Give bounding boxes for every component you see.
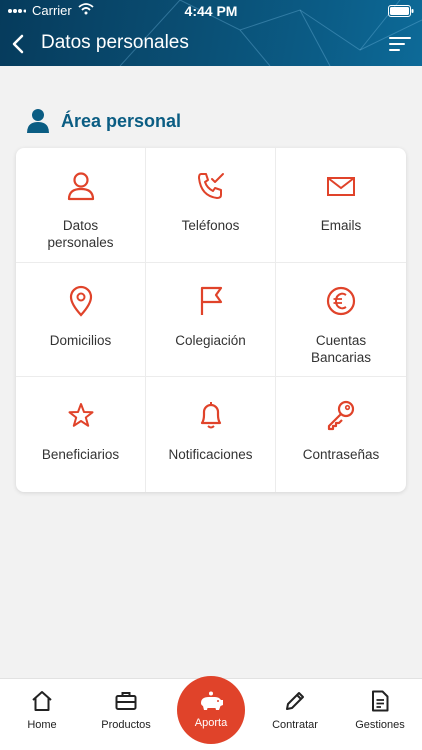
- grid-item-label: Datos personales: [47, 218, 114, 250]
- section-header: Área personal: [26, 108, 181, 134]
- grid-item-emails[interactable]: Emails: [276, 148, 406, 263]
- grid-item-label: Contraseñas: [302, 447, 380, 463]
- section-title: Área personal: [61, 110, 182, 131]
- tab-contratar[interactable]: Contratar: [253, 679, 337, 750]
- menu-button[interactable]: [386, 30, 414, 58]
- tab-gestiones[interactable]: Gestiones: [338, 679, 422, 750]
- status-bar: Carrier 4:44 PM: [0, 0, 422, 22]
- tab-aporta[interactable]: Aporta: [177, 676, 245, 744]
- back-button[interactable]: [4, 29, 32, 59]
- grid-item-label: Domicilios: [49, 332, 112, 348]
- briefcase-icon: [115, 692, 137, 710]
- grid-item-label: Emails: [320, 218, 362, 233]
- grid-item-domicilios[interactable]: Domicilios: [16, 262, 146, 378]
- tab-label: Productos: [101, 719, 151, 731]
- home-icon: [32, 691, 52, 711]
- person-icon: [27, 109, 49, 133]
- tab-label: Home: [27, 719, 57, 731]
- mail-icon: [327, 177, 355, 196]
- grid-item-label: Beneficiarios: [41, 447, 120, 463]
- map-pin-icon: [69, 285, 92, 317]
- battery-icon: [388, 5, 414, 20]
- flag-icon: [200, 286, 222, 315]
- grid-item-telefonos[interactable]: Teléfonos: [146, 148, 276, 263]
- phone-check-icon: [197, 173, 224, 199]
- document-icon: [372, 690, 389, 712]
- grid-item-label: Notificaciones: [168, 447, 253, 463]
- grid-item-label: Teléfonos: [181, 218, 240, 233]
- star-icon: [68, 403, 93, 428]
- tab-label: Contratar: [272, 719, 318, 731]
- grid-item-label: Colegiación: [175, 332, 246, 348]
- key-icon: [327, 401, 355, 431]
- pencil-icon: [286, 692, 304, 710]
- piggy-bank-icon: [201, 691, 223, 710]
- user-icon: [67, 172, 94, 201]
- grid-item-contrasenas[interactable]: Contraseñas: [276, 377, 406, 492]
- page-title: Datos personales: [41, 32, 189, 53]
- status-time: 4:44 PM: [184, 3, 238, 19]
- grid-item-notificaciones[interactable]: Notificaciones: [146, 377, 276, 492]
- tab-productos[interactable]: Productos: [84, 679, 168, 750]
- grid-item-label: Cuentas Bancarias: [310, 332, 372, 365]
- grid-item-beneficiarios[interactable]: Beneficiarios: [16, 377, 146, 492]
- bell-icon: [200, 402, 221, 429]
- grid-item-datos-personales[interactable]: Datos personales: [16, 148, 146, 263]
- chevron-left-icon: [12, 34, 24, 54]
- nav-bar: Datos personales: [0, 22, 422, 66]
- personal-area-grid: Datos personales Teléfonos Emails Domici…: [16, 148, 406, 492]
- tab-label: Gestiones: [355, 719, 405, 731]
- grid-item-cuentas-bancarias[interactable]: Cuentas Bancarias: [276, 263, 406, 378]
- menu-lines-icon: [389, 37, 411, 51]
- tab-label: Aporta: [194, 717, 228, 729]
- tab-home[interactable]: Home: [0, 679, 84, 750]
- app-header: Carrier 4:44 PM Datos personales: [0, 0, 422, 66]
- grid-item-colegiacion[interactable]: Colegiación: [146, 262, 276, 378]
- euro-icon: [326, 286, 356, 315]
